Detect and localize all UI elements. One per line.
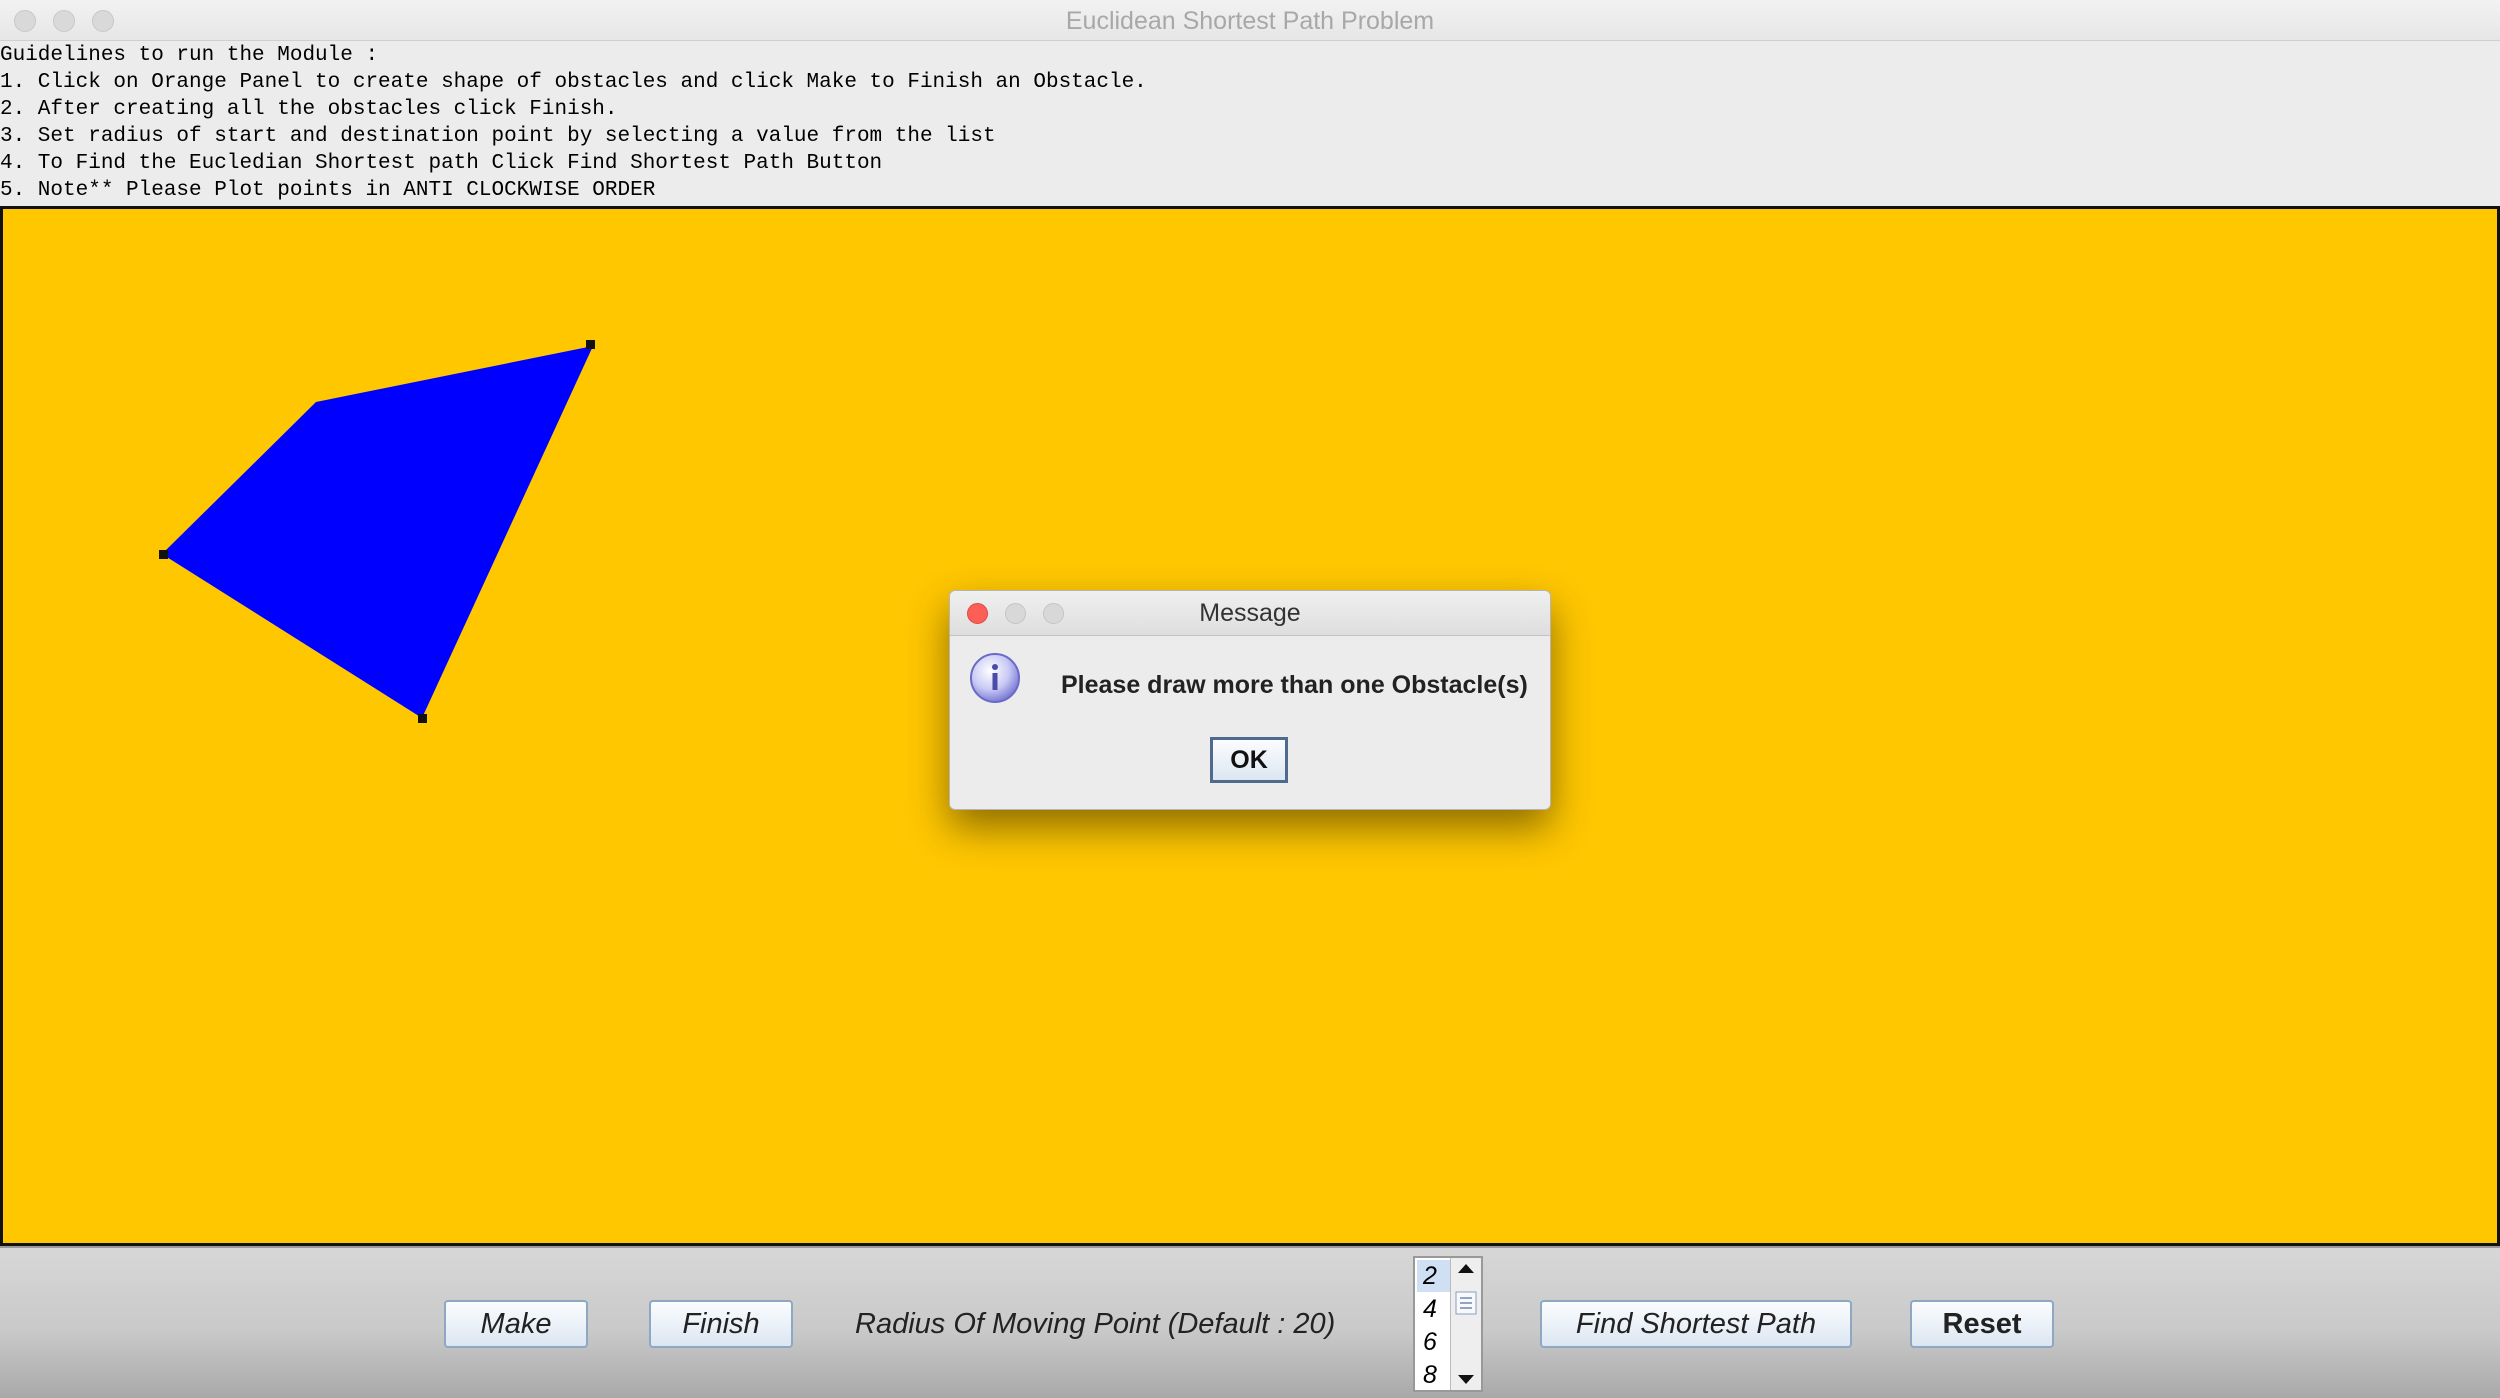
reset-button[interactable]: Reset [1910, 1300, 2054, 1348]
dialog-title: Message [1199, 599, 1301, 627]
obstacle-vertex [586, 340, 595, 349]
obstacle-vertex [418, 714, 427, 723]
scroll-down-icon[interactable] [1458, 1375, 1474, 1384]
find-shortest-path-button[interactable]: Find Shortest Path [1540, 1300, 1852, 1348]
control-bar: Make Finish Radius Of Moving Point (Defa… [0, 1246, 2500, 1398]
scrollbar-graphics [1455, 1264, 1477, 1384]
radius-list[interactable]: 2 4 6 8 [1413, 1256, 1483, 1392]
info-icon-graphic [970, 653, 1020, 703]
obstacle-vertex [159, 550, 168, 559]
guideline-step-5: 5. Note** Please Plot points in ANTI CLO… [0, 179, 656, 202]
radius-option-8[interactable]: 8 [1417, 1359, 1451, 1391]
guideline-step-4: 4. To Find the Eucledian Shortest path C… [0, 152, 883, 175]
window-titlebar: Euclidean Shortest Path Problem [0, 0, 2500, 41]
info-icon [968, 651, 1022, 710]
guideline-step-1: 1. Click on Orange Panel to create shape… [0, 71, 1147, 94]
obstacle-polygon [162, 346, 593, 718]
make-button[interactable]: Make [444, 1300, 588, 1348]
radius-label: Radius Of Moving Point (Default : 20) [855, 1308, 1336, 1340]
scroll-up-icon[interactable] [1458, 1264, 1474, 1273]
window-title: Euclidean Shortest Path Problem [1065, 7, 1435, 35]
guideline-step-3: 3. Set radius of start and destination p… [0, 125, 996, 148]
radius-option-2[interactable]: 2 [1417, 1260, 1451, 1292]
radius-option-4[interactable]: 4 [1417, 1293, 1451, 1325]
radius-option-6[interactable]: 6 [1417, 1326, 1451, 1358]
guidelines-text: Guidelines to run the Module : 1. Click … [0, 42, 2500, 204]
message-dialog: Message Please draw more than one Obstac… [949, 590, 1551, 810]
guideline-heading: Guidelines to run the Module : [0, 44, 379, 67]
dialog-titlebar: Message [950, 591, 1550, 636]
dialog-message: Please draw more than one Obstacle(s) [1061, 671, 1528, 699]
radius-list-scrollbar[interactable] [1450, 1258, 1481, 1390]
finish-button[interactable]: Finish [649, 1300, 793, 1348]
ok-button[interactable]: OK [1210, 737, 1288, 783]
guideline-step-2: 2. After creating all the obstacles clic… [0, 98, 618, 121]
